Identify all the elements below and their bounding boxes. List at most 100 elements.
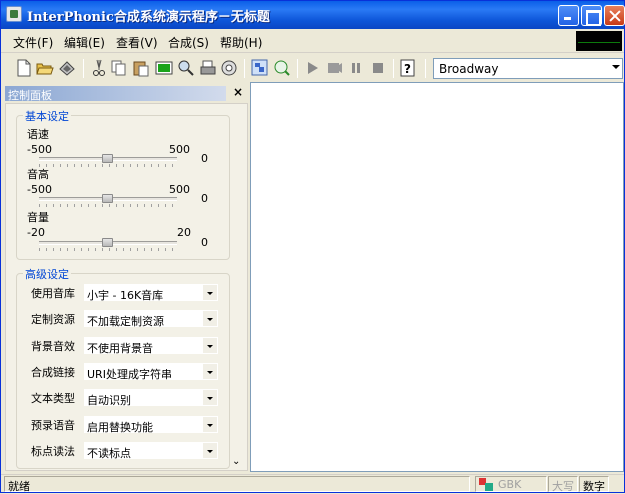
voice-select[interactable]: Broadway [433, 58, 623, 79]
select-punctuation[interactable]: 不读标点 [84, 442, 218, 460]
status-num: 数字 [579, 476, 609, 493]
status-bar: 就绪 GBK 大写 数字 [1, 474, 624, 493]
slider-label-volume: 音量 [27, 211, 49, 224]
select-value: 不使用背景音 [87, 342, 153, 355]
slider-value-pitch: 0 [201, 192, 208, 205]
select-value: 不加载定制资源 [87, 315, 164, 328]
basic-settings-group: 基本设定 语速 -500 500 0 音高 -500 500 0 音量 -20 … [16, 108, 230, 260]
slider-thumb-volume[interactable] [102, 238, 113, 247]
menu-bar: 文件(F) 编辑(E) 查看(V) 合成(S) 帮助(H) [1, 29, 624, 53]
slider-max-speed: 500 [169, 143, 190, 156]
status-caps: 大写 [548, 476, 578, 493]
toolbar-separator [83, 59, 84, 78]
toolbar-separator [244, 59, 245, 78]
basic-settings-title: 基本设定 [23, 108, 71, 124]
panel-title: 控制面板 [8, 89, 52, 102]
toolbar-separator [425, 59, 426, 78]
chevron-down-icon[interactable] [203, 443, 217, 458]
slider-min-pitch: -500 [27, 183, 52, 196]
select-text-type[interactable]: 自动识别 [84, 389, 218, 407]
slider-min-volume: -20 [27, 226, 45, 239]
find-icon[interactable] [177, 59, 195, 77]
maximize-button[interactable] [581, 5, 602, 26]
copy-icon[interactable] [110, 59, 128, 77]
app-icon[interactable] [6, 6, 22, 22]
record-icon[interactable] [325, 59, 343, 77]
panel-close-icon[interactable]: × [233, 85, 243, 99]
select-prerecorded[interactable]: 启用替换功能 [84, 416, 218, 434]
pause-icon[interactable] [347, 59, 365, 77]
stop-icon[interactable] [369, 59, 387, 77]
ime-icon [479, 478, 493, 491]
toolbar-separator [297, 59, 298, 78]
slider-max-pitch: 500 [169, 183, 190, 196]
select-custom-resource[interactable]: 不加载定制资源 [84, 310, 218, 328]
close-icon [605, 6, 624, 25]
app-window: InterPhonic合成系统演示程序－无标题 文件(F) 编辑(E) 查看(V… [0, 0, 625, 493]
slider-ticks [39, 204, 177, 207]
slider-thumb-speed[interactable] [102, 154, 113, 163]
row-label-custom-resource: 定制资源 [31, 313, 75, 326]
status-encoding: GBK [475, 476, 547, 492]
mtts-icon[interactable] [273, 59, 291, 77]
minimize-button[interactable] [558, 5, 579, 26]
status-ready: 就绪 [4, 476, 470, 493]
select-value: URI处理成字符串 [87, 368, 172, 381]
toolbar-separator [393, 59, 394, 78]
chevron-down-icon[interactable] [203, 338, 217, 353]
row-label-background-sound: 背景音效 [31, 340, 75, 353]
panel-header: 控制面板 × [5, 85, 249, 102]
menu-file[interactable]: 文件(F) [13, 34, 53, 51]
select-value: 小宇 - 16K音库 [87, 289, 164, 302]
slider-value-volume: 0 [201, 236, 208, 249]
help-icon[interactable]: ? [399, 59, 417, 77]
select-background-sound[interactable]: 不使用背景音 [84, 337, 218, 355]
minimize-icon [559, 6, 578, 25]
menu-synth[interactable]: 合成(S) [168, 34, 209, 51]
paste-icon[interactable] [132, 59, 150, 77]
panel-title-bar: 控制面板 [5, 86, 226, 102]
open-icon[interactable] [36, 59, 54, 77]
slider-min-speed: -500 [27, 143, 52, 156]
slider-label-speed: 语速 [27, 128, 49, 141]
level-meter [576, 31, 622, 51]
save-icon[interactable] [58, 59, 76, 77]
row-label-voicelib: 使用音库 [31, 287, 75, 300]
menu-view[interactable]: 查看(V) [116, 34, 158, 51]
cut-icon[interactable] [90, 59, 108, 77]
chevron-down-icon[interactable] [203, 311, 217, 326]
select-voicelib[interactable]: 小宇 - 16K音库 [84, 284, 218, 302]
chevron-down-icon[interactable] [203, 417, 217, 432]
toolbar: ? Broadway [1, 54, 624, 82]
control-panel: 基本设定 语速 -500 500 0 音高 -500 500 0 音量 -20 … [5, 103, 248, 471]
slider-thumb-pitch[interactable] [102, 194, 113, 203]
text-editor[interactable] [250, 82, 624, 472]
svg-text:?: ? [404, 62, 411, 76]
settings-icon[interactable] [220, 59, 238, 77]
scroll-down-icon[interactable]: ⌄ [232, 456, 240, 467]
slider-ticks [39, 248, 177, 251]
menu-help[interactable]: 帮助(H) [220, 34, 262, 51]
chevron-down-icon[interactable] [203, 390, 217, 405]
row-label-link: 合成链接 [31, 366, 75, 379]
title-bar[interactable]: InterPhonic合成系统演示程序－无标题 [1, 1, 625, 29]
play-icon[interactable] [303, 59, 321, 77]
row-label-prerecorded: 预录语音 [31, 419, 75, 432]
menu-edit[interactable]: 编辑(E) [64, 34, 105, 51]
voice-select-value: Broadway [439, 62, 499, 76]
chevron-down-icon[interactable] [203, 285, 217, 300]
close-button[interactable] [604, 5, 625, 26]
chevron-down-icon[interactable] [612, 65, 620, 69]
chevron-down-icon[interactable] [203, 364, 217, 379]
slider-ticks [39, 164, 177, 167]
select-value: 不读标点 [87, 447, 131, 460]
status-encoding-text: GBK [498, 478, 522, 491]
print-icon[interactable] [199, 59, 217, 77]
advanced-settings-title: 高级设定 [23, 266, 71, 282]
voice-icon[interactable] [251, 59, 269, 77]
screen-icon[interactable] [155, 59, 173, 77]
new-icon[interactable] [15, 59, 33, 77]
select-link[interactable]: URI处理成字符串 [84, 363, 218, 381]
slider-value-speed: 0 [201, 152, 208, 165]
window-title: InterPhonic合成系统演示程序－无标题 [27, 10, 270, 25]
